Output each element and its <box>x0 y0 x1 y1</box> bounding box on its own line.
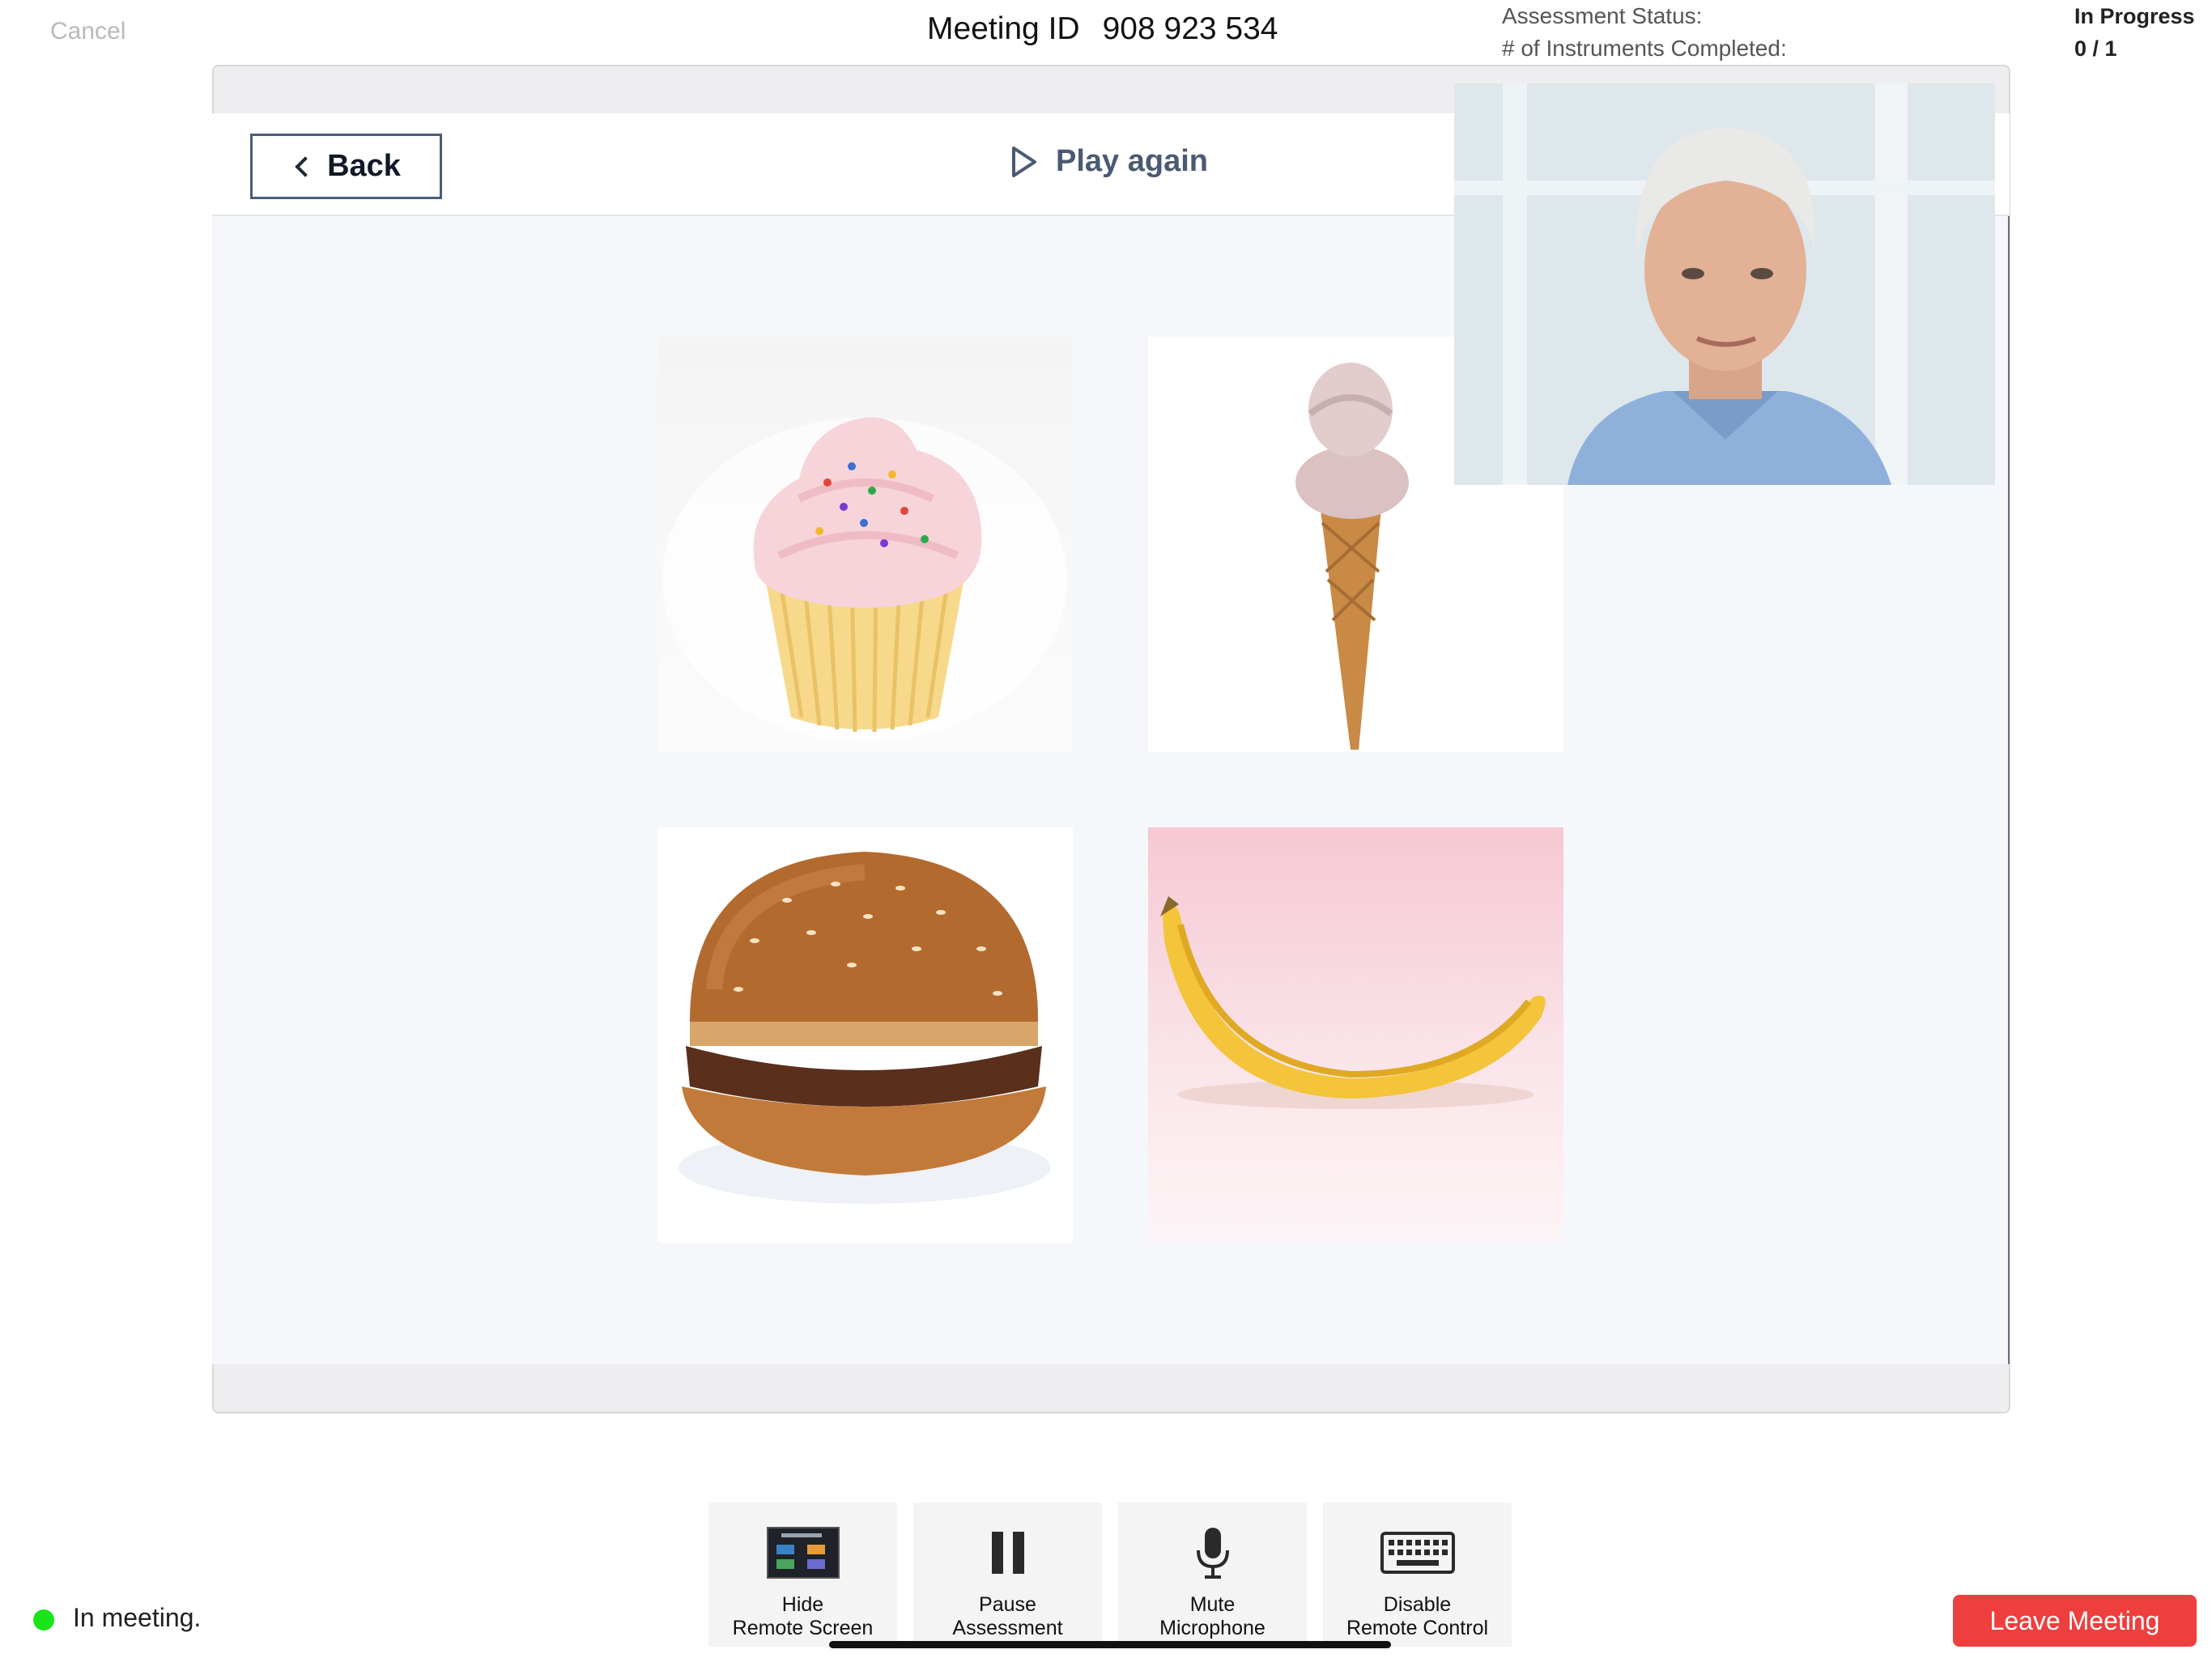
leave-meeting-button[interactable]: Leave Meeting <box>1953 1595 2197 1647</box>
meeting-id: Meeting ID 908 923 534 <box>927 11 1278 47</box>
cancel-button[interactable]: Cancel <box>50 18 125 45</box>
back-button-label: Back <box>327 149 401 183</box>
remote-screen-icon <box>766 1512 840 1593</box>
assessment-status-values: In Progress 0 / 1 <box>2074 0 2195 65</box>
chevron-left-icon <box>295 155 316 177</box>
meeting-status-text: In meeting. <box>73 1603 202 1632</box>
disable-remote-control-button[interactable]: Disable Remote Control <box>1323 1503 1512 1647</box>
pause-icon <box>990 1512 1026 1593</box>
choice-hamburger[interactable] <box>657 827 1073 1243</box>
back-button[interactable]: Back <box>250 134 442 199</box>
assessment-status-label: Assessment Status: <box>1502 3 1703 28</box>
play-again-label: Play again <box>1056 144 1208 178</box>
meeting-status-indicator <box>33 1609 54 1630</box>
play-icon <box>1012 146 1036 177</box>
disable-remote-control-label: Disable Remote Control <box>1346 1593 1489 1639</box>
hide-remote-screen-label: Hide Remote Screen <box>732 1593 874 1639</box>
mute-microphone-button[interactable]: Mute Microphone <box>1118 1503 1307 1647</box>
pause-assessment-label: Pause Assessment <box>952 1593 1063 1639</box>
microphone-icon <box>1195 1512 1231 1593</box>
play-again-button[interactable]: Play again <box>1010 144 1208 179</box>
pause-assessment-button[interactable]: Pause Assessment <box>913 1503 1102 1647</box>
hide-remote-screen-button[interactable]: Hide Remote Screen <box>708 1503 897 1647</box>
hamburger-image <box>678 852 1051 1204</box>
assessment-status-value: In Progress <box>2074 4 2195 28</box>
keyboard-icon <box>1380 1512 1455 1593</box>
banana-image <box>1160 896 1546 1109</box>
assessment-status-labels: Assessment Status: # of Instruments Comp… <box>1502 0 1787 65</box>
home-indicator <box>829 1641 1391 1648</box>
instruments-completed-label: # of Instruments Completed: <box>1502 36 1787 61</box>
meeting-id-value: 908 923 534 <box>1102 11 1278 46</box>
participant-video <box>1454 83 1995 485</box>
choice-banana[interactable] <box>1148 827 1563 1243</box>
choice-cupcake[interactable] <box>657 337 1073 752</box>
participant-image <box>1454 83 1995 485</box>
meeting-id-label: Meeting ID <box>927 11 1080 46</box>
cupcake-image <box>662 417 1067 742</box>
mute-microphone-label: Mute Microphone <box>1159 1593 1266 1639</box>
instruments-completed-value: 0 / 1 <box>2074 36 2117 61</box>
